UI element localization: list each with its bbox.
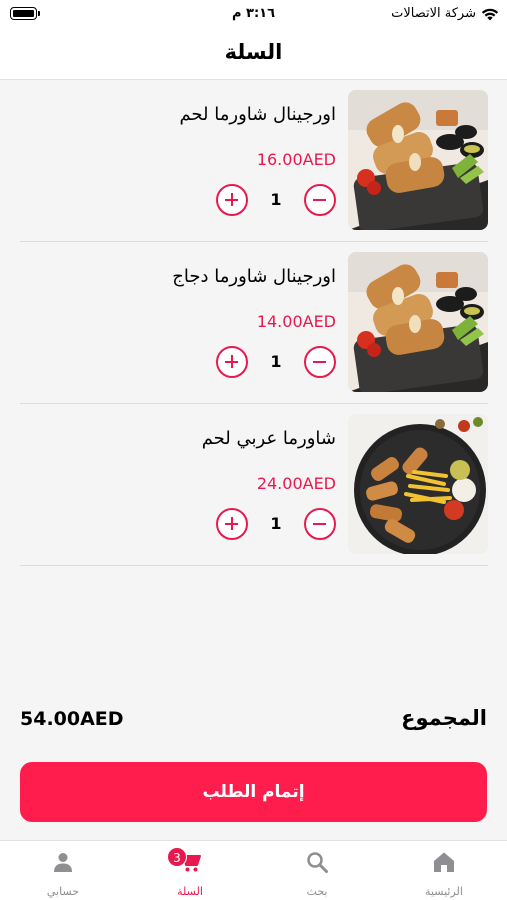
page-title: السلة <box>224 40 283 64</box>
cart-item: شاورما عربي لحم 24.00AED 1 <box>20 404 488 566</box>
search-icon <box>307 852 328 873</box>
product-name: اورجينال شاورما دجاج <box>172 266 336 287</box>
tab-search[interactable]: بحث <box>254 841 380 900</box>
wifi-icon <box>481 8 499 20</box>
increase-quantity-button[interactable] <box>216 184 248 216</box>
cart-item: اورجينال شاورما دجاج 14.00AED 1 <box>20 242 488 404</box>
increase-quantity-button[interactable] <box>216 346 248 378</box>
tab-home[interactable]: الرئيسية <box>381 841 507 900</box>
quantity-stepper: 1 <box>216 346 336 380</box>
quantity-stepper: 1 <box>216 508 336 542</box>
tab-label: الرئيسية <box>425 885 463 898</box>
order-total: المجموع 54.00AED <box>20 706 487 736</box>
page-header: السلة <box>0 28 507 80</box>
quantity-value: 1 <box>270 190 282 209</box>
tab-label: بحث <box>306 885 328 898</box>
total-value: 54.00AED <box>20 708 124 730</box>
tab-label: السلة <box>177 885 203 898</box>
status-bar: ٣:١٦ م شركة الاتصالات <box>0 0 507 28</box>
product-price: 24.00AED <box>256 474 336 493</box>
increase-quantity-button[interactable] <box>216 508 248 540</box>
cart-count-badge: 3 <box>167 847 187 867</box>
home-icon <box>434 852 454 872</box>
status-carrier: شركة الاتصالات <box>391 6 499 21</box>
product-name: شاورما عربي لحم <box>201 428 336 449</box>
product-image[interactable] <box>348 252 488 392</box>
tab-account[interactable]: حسابي <box>0 841 126 900</box>
decrease-quantity-button[interactable] <box>304 184 336 216</box>
tab-cart[interactable]: 3 السلة <box>127 841 253 900</box>
product-name: اورجينال شاورما لحم <box>179 104 336 125</box>
quantity-stepper: 1 <box>216 184 336 218</box>
decrease-quantity-button[interactable] <box>304 346 336 378</box>
product-price: 16.00AED <box>256 150 336 169</box>
product-image[interactable] <box>348 414 488 554</box>
quantity-value: 1 <box>270 352 282 371</box>
tab-label: حسابي <box>46 885 80 898</box>
product-image[interactable] <box>348 90 488 230</box>
cart-item: اورجينال شاورما لحم 16.00AED 1 <box>20 80 488 242</box>
checkout-button[interactable]: إتمام الطلب <box>20 762 487 822</box>
quantity-value: 1 <box>270 514 282 533</box>
product-price: 14.00AED <box>256 312 336 331</box>
bottom-tab-bar: حسابي 3 السلة بحث الرئيسية <box>0 840 507 900</box>
decrease-quantity-button[interactable] <box>304 508 336 540</box>
user-icon <box>54 853 72 872</box>
carrier-name: شركة الاتصالات <box>391 6 476 21</box>
total-label: المجموع <box>401 706 487 730</box>
